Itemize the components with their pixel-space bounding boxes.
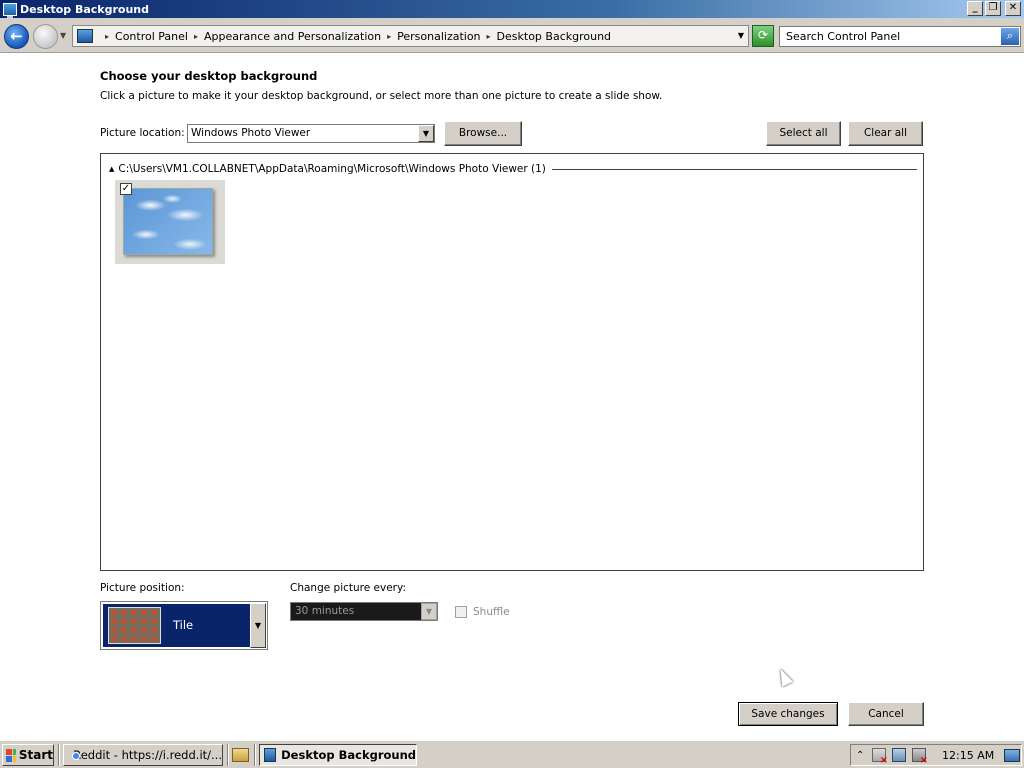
shuffle-label: Shuffle bbox=[473, 606, 510, 618]
change-picture-select[interactable]: 30 minutes ▼ bbox=[290, 602, 438, 621]
window-controls: _ ❐ ✕ bbox=[967, 1, 1021, 16]
breadcrumb-personalization[interactable]: Personalization bbox=[397, 30, 480, 43]
title-bar: Desktop Background _ ❐ ✕ bbox=[0, 0, 1024, 19]
taskbar-item-reddit[interactable]: Reddit - https://i.redd.it/... bbox=[63, 744, 223, 766]
picture-location-value: Windows Photo Viewer bbox=[191, 127, 311, 139]
taskbar: Start Reddit - https://i.redd.it/... Des… bbox=[0, 740, 1024, 768]
recent-pages-dropdown[interactable]: ▼ bbox=[60, 31, 66, 40]
picture-position-label: Picture position: bbox=[100, 582, 185, 594]
back-button[interactable]: ← bbox=[4, 24, 29, 49]
window-title: Desktop Background bbox=[20, 2, 150, 16]
change-picture-label: Change picture every: bbox=[290, 582, 406, 594]
windows-logo-icon bbox=[6, 748, 16, 762]
start-label: Start bbox=[18, 748, 53, 762]
close-button[interactable]: ✕ bbox=[1005, 1, 1021, 16]
clear-all-button[interactable]: Clear all bbox=[848, 121, 923, 146]
chevron-right-icon[interactable]: ▸ bbox=[387, 32, 391, 41]
change-picture-value: 30 minutes bbox=[295, 605, 355, 617]
control-panel-icon bbox=[3, 2, 17, 19]
shuffle-checkbox[interactable] bbox=[455, 606, 467, 618]
save-changes-button[interactable]: Save changes bbox=[738, 702, 838, 726]
folder-icon[interactable] bbox=[232, 748, 249, 762]
taskbar-item-desktop-background[interactable]: Desktop Background bbox=[259, 744, 417, 766]
search-icon[interactable]: ⌕ bbox=[1001, 28, 1019, 45]
chevron-down-icon[interactable]: ▼ bbox=[421, 603, 437, 620]
system-tray: ⌃ 12:15 AM bbox=[850, 744, 1022, 766]
thumbnail-checkbox[interactable]: ✓ bbox=[120, 183, 132, 195]
start-button[interactable]: Start bbox=[2, 744, 54, 766]
cancel-button[interactable]: Cancel bbox=[848, 702, 924, 726]
address-breadcrumb[interactable]: ▸ Control Panel ▸ Appearance and Persona… bbox=[72, 25, 749, 47]
picture-thumbnail[interactable]: ✓ bbox=[115, 180, 225, 264]
collapse-caret-icon[interactable]: ▲ bbox=[109, 165, 114, 173]
picture-position-value: Tile bbox=[173, 618, 194, 632]
chevron-right-icon[interactable]: ▸ bbox=[194, 32, 198, 41]
browse-button[interactable]: Browse... bbox=[444, 121, 522, 146]
minimize-button[interactable]: _ bbox=[967, 1, 983, 16]
forward-button[interactable] bbox=[33, 24, 58, 49]
chevron-down-icon[interactable]: ▼ bbox=[250, 603, 266, 648]
control-panel-icon bbox=[264, 748, 277, 762]
chevron-right-icon[interactable]: ▸ bbox=[105, 32, 109, 41]
gallery-group-path: C:\Users\VM1.COLLABNET\AppData\Roaming\M… bbox=[118, 163, 546, 175]
chevron-down-icon[interactable]: ▼ bbox=[418, 125, 434, 142]
taskbar-separator bbox=[58, 744, 60, 766]
volume-muted-icon[interactable] bbox=[912, 748, 928, 766]
main-content: Choose your desktop background Click a p… bbox=[0, 54, 1024, 740]
show-desktop-icon[interactable] bbox=[1004, 748, 1021, 762]
control-panel-icon bbox=[77, 29, 93, 43]
show-hidden-icons-icon[interactable]: ⌃ bbox=[856, 750, 866, 761]
picture-position-select[interactable]: Tile ▼ bbox=[100, 601, 268, 650]
tile-preview-icon bbox=[108, 607, 161, 644]
search-input[interactable]: Search Control Panel ⌕ bbox=[779, 26, 1021, 47]
picture-gallery[interactable]: ▲ C:\Users\VM1.COLLABNET\AppData\Roaming… bbox=[100, 153, 924, 571]
chevron-down-icon[interactable]: ▼ bbox=[738, 31, 744, 40]
breadcrumb-desktop-background[interactable]: Desktop Background bbox=[497, 30, 612, 43]
clock[interactable]: 12:15 AM bbox=[942, 749, 994, 762]
sky-clouds-image bbox=[123, 188, 213, 255]
page-description: Click a picture to make it your desktop … bbox=[100, 90, 663, 102]
action-center-icon[interactable] bbox=[872, 748, 888, 766]
page-title: Choose your desktop background bbox=[100, 69, 318, 83]
chevron-right-icon[interactable]: ▸ bbox=[487, 32, 491, 41]
search-placeholder: Search Control Panel bbox=[786, 30, 901, 43]
restore-button[interactable]: ❐ bbox=[985, 1, 1001, 16]
network-icon[interactable] bbox=[892, 748, 906, 762]
group-divider bbox=[551, 168, 917, 170]
breadcrumb-appearance[interactable]: Appearance and Personalization bbox=[204, 30, 381, 43]
breadcrumb-control-panel[interactable]: Control Panel bbox=[115, 30, 188, 43]
picture-position-selected[interactable]: Tile bbox=[103, 604, 250, 647]
refresh-button[interactable]: ⟳ bbox=[752, 25, 774, 47]
navigation-bar: ← ▼ ▸ Control Panel ▸ Appearance and Per… bbox=[0, 18, 1024, 53]
taskbar-item-label: Desktop Background bbox=[281, 748, 416, 762]
taskbar-separator bbox=[254, 744, 256, 766]
picture-location-label: Picture location: bbox=[100, 127, 185, 139]
select-all-button[interactable]: Select all bbox=[766, 121, 841, 146]
taskbar-item-label: Reddit - https://i.redd.it/... bbox=[73, 748, 222, 762]
taskbar-separator bbox=[227, 744, 229, 766]
gallery-group-header[interactable]: ▲ C:\Users\VM1.COLLABNET\AppData\Roaming… bbox=[109, 162, 917, 176]
picture-location-select[interactable]: Windows Photo Viewer ▼ bbox=[187, 124, 435, 143]
